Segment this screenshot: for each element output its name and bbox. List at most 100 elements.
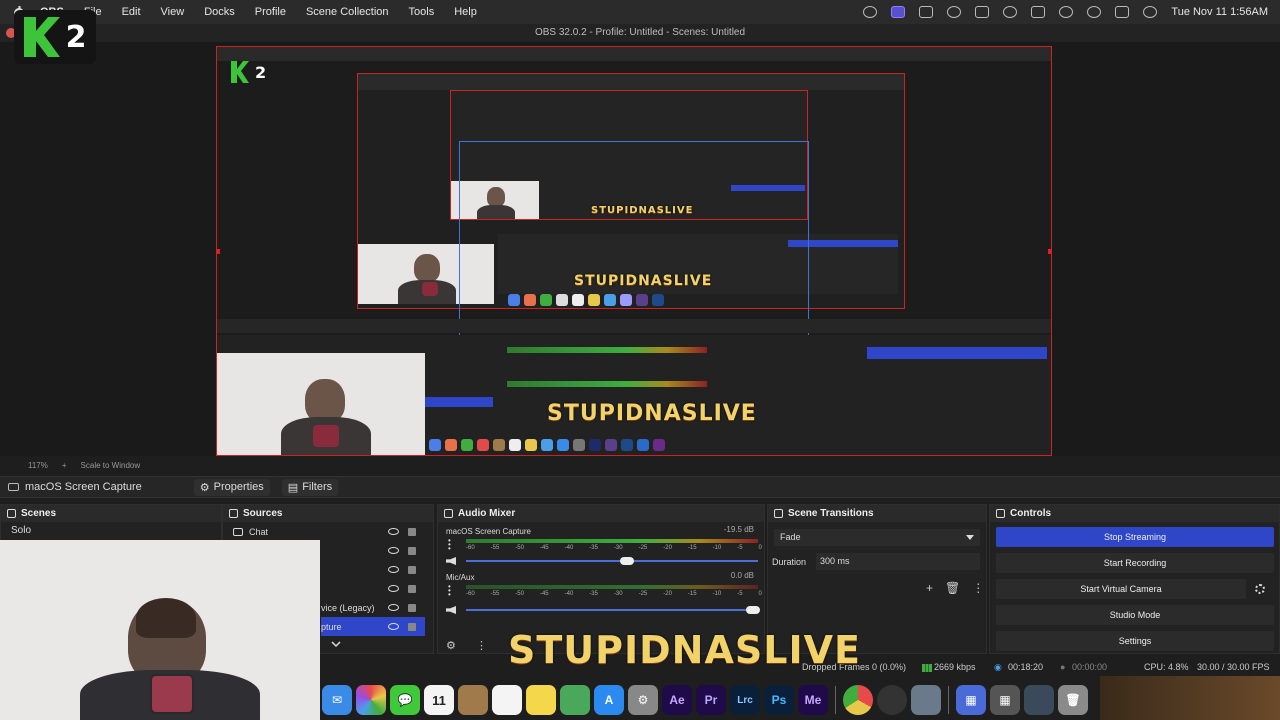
channel-db: -19.5 dB	[723, 525, 754, 534]
lock-icon[interactable]	[408, 622, 416, 631]
app-store-icon[interactable]: A	[594, 685, 624, 715]
obs-tray-icon[interactable]	[863, 6, 878, 18]
search-icon[interactable]	[1087, 6, 1102, 18]
reminders-app-icon[interactable]	[492, 685, 522, 715]
controls-icon	[996, 509, 1005, 518]
duration-input[interactable]: 300 ms	[816, 553, 980, 570]
filters-button[interactable]: ▤ Filters	[281, 478, 339, 496]
menu-tools[interactable]: Tools	[409, 6, 435, 18]
launchpad-icon[interactable]: ▦	[956, 685, 986, 715]
visibility-eye-icon[interactable]	[388, 547, 399, 554]
menu-help[interactable]: Help	[454, 6, 477, 18]
start-virtual-camera-button[interactable]: Start Virtual Camera	[996, 579, 1246, 599]
speaker-icon[interactable]	[446, 606, 456, 614]
stop-streaming-button[interactable]: Stop Streaming	[996, 527, 1274, 547]
volume-slider-handle[interactable]	[620, 557, 634, 565]
messages-app-icon[interactable]: 💬	[390, 685, 420, 715]
start-recording-button[interactable]: Start Recording	[996, 553, 1274, 573]
lock-icon[interactable]	[408, 565, 416, 574]
lightroom-classic-icon[interactable]: Lrc	[730, 685, 760, 715]
scene-item-solo[interactable]: Solo	[1, 522, 221, 540]
battery-icon[interactable]	[1031, 6, 1046, 18]
premiere-icon[interactable]: Pr	[696, 685, 726, 715]
channel-menu-icon[interactable]: • • •	[448, 583, 452, 599]
resize-handle[interactable]	[217, 249, 220, 254]
meter-tick: -10	[712, 591, 722, 597]
mixer-menu-icon[interactable]: ⋮	[476, 639, 487, 652]
properties-button[interactable]: ⚙ Properties	[193, 478, 270, 496]
settings-app-icon[interactable]: ⚙	[628, 685, 658, 715]
screenshot-app-icon[interactable]	[911, 685, 941, 715]
siri-icon[interactable]	[1143, 6, 1158, 18]
lock-icon[interactable]	[408, 546, 416, 555]
play-icon[interactable]	[1003, 6, 1018, 18]
volume-slider[interactable]	[466, 606, 760, 614]
calendar-app-icon[interactable]: 11	[424, 685, 454, 715]
lock-icon[interactable]	[408, 603, 416, 612]
channel-menu-icon[interactable]: • • •	[448, 537, 452, 553]
preview-zoom-strip: 117% + Scale to Window	[0, 456, 1280, 474]
chevron-down-icon[interactable]	[331, 641, 341, 648]
preview-area: 2 STUPIDNASLIVE STUPIDNASLIVE STUPIDNASL…	[0, 42, 1280, 456]
trash-icon[interactable]: 🗑	[1058, 685, 1088, 715]
visibility-eye-icon[interactable]	[388, 604, 399, 611]
transition-select[interactable]: Fade	[774, 529, 980, 546]
virtual-camera-settings-icon[interactable]	[1255, 584, 1265, 594]
wifi-icon[interactable]	[1059, 6, 1074, 18]
menu-scene-collection[interactable]: Scene Collection	[306, 6, 389, 18]
mixer-settings-icon[interactable]: ⚙	[446, 639, 456, 652]
after-effects-icon[interactable]: Ae	[662, 685, 692, 715]
zoom-in-icon[interactable]: +	[62, 461, 67, 470]
brand-overlay: STUPIDNASLIVE	[508, 628, 861, 672]
speaker-icon[interactable]	[446, 557, 456, 565]
notes-folder-icon[interactable]	[458, 685, 488, 715]
dock-separator	[948, 686, 949, 714]
menu-profile[interactable]: Profile	[255, 6, 286, 18]
lock-icon[interactable]	[408, 584, 416, 593]
source-item-chat[interactable]: Chat	[223, 522, 433, 541]
notes-app-icon[interactable]	[526, 685, 556, 715]
visibility-eye-icon[interactable]	[388, 566, 399, 573]
settings-button[interactable]: Settings	[996, 631, 1274, 651]
visibility-eye-icon[interactable]	[388, 585, 399, 592]
lock-icon[interactable]	[408, 527, 416, 536]
mail-app-icon[interactable]: ✉	[322, 685, 352, 715]
media-encoder-icon[interactable]: Me	[798, 685, 828, 715]
add-transition-icon[interactable]: +	[926, 581, 933, 595]
resize-handle[interactable]	[1048, 249, 1051, 254]
transition-menu-icon[interactable]: ⋮	[972, 581, 984, 595]
visibility-eye-icon[interactable]	[388, 528, 399, 535]
visibility-eye-icon[interactable]	[388, 623, 399, 630]
nested-menubar	[358, 74, 904, 91]
chrome-tray-icon[interactable]	[947, 6, 962, 18]
scale-mode[interactable]: Scale to Window	[81, 461, 141, 470]
transition-value: Fade	[780, 532, 801, 542]
chrome-app-icon[interactable]	[843, 685, 873, 715]
screen-record-icon[interactable]	[891, 6, 906, 18]
obs-app-icon[interactable]	[877, 685, 907, 715]
menu-clock[interactable]: Tue Nov 11 1:56AM	[1171, 6, 1268, 18]
meter-tick: -35	[589, 591, 598, 597]
photos-app-icon[interactable]	[356, 685, 386, 715]
screen-app-icon[interactable]	[1024, 685, 1054, 715]
webcam-overlay	[0, 540, 320, 720]
source-item-screen-capture[interactable]: pture	[321, 617, 425, 636]
background-floor	[1100, 676, 1280, 720]
window-icon[interactable]	[975, 6, 990, 18]
program-preview[interactable]: 2 STUPIDNASLIVE STUPIDNASLIVE STUPIDNASL…	[216, 46, 1052, 456]
volume-slider-handle[interactable]	[746, 606, 760, 614]
volume-slider[interactable]	[466, 557, 758, 565]
menu-docks[interactable]: Docks	[204, 6, 235, 18]
maps-app-icon[interactable]	[560, 685, 590, 715]
scene-transitions-title: Scene Transitions	[788, 508, 874, 519]
status-menus: Tue Nov 11 1:56AM	[863, 0, 1268, 24]
menu-edit[interactable]: Edit	[122, 6, 141, 18]
control-center-icon[interactable]	[1115, 6, 1130, 18]
photoshop-icon[interactable]: Ps	[764, 685, 794, 715]
zoom-level[interactable]: 117%	[28, 461, 48, 470]
remove-transition-icon[interactable]: 🗑	[945, 581, 960, 595]
studio-mode-button[interactable]: Studio Mode	[996, 605, 1274, 625]
grid-app-icon[interactable]: ▦	[990, 685, 1020, 715]
menu-view[interactable]: View	[161, 6, 185, 18]
dropbox-icon[interactable]	[919, 6, 934, 18]
